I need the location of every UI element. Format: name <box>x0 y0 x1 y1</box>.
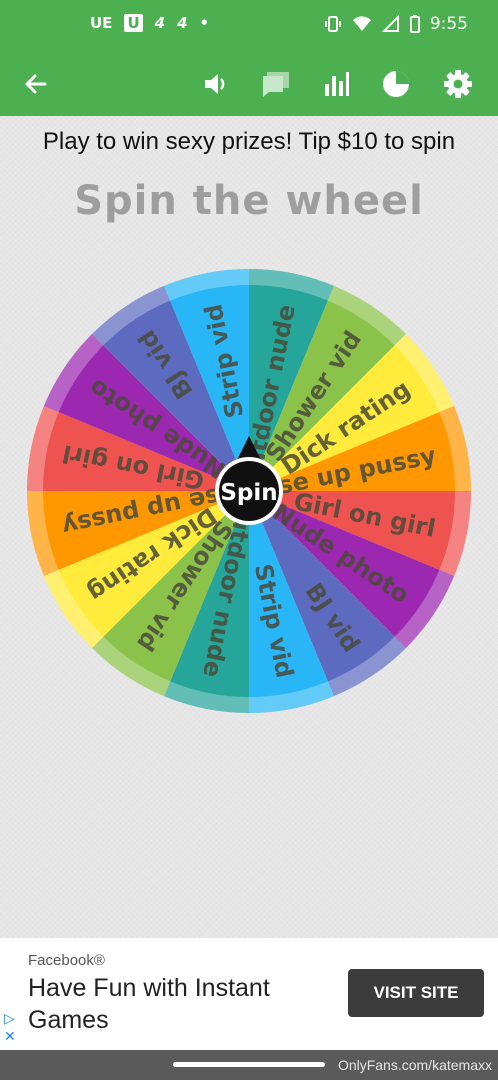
ad-banner[interactable]: Facebook® Have Fun with Instant Games VI… <box>0 938 498 1050</box>
spin-button-label: Spin <box>220 480 277 506</box>
ad-sponsor: Facebook® <box>28 952 105 969</box>
home-gesture-handle[interactable] <box>173 1062 325 1067</box>
navigation-bar: OnlyFans.com/katemaxx <box>0 1050 498 1080</box>
adchoices-icon[interactable]: ▷ ✕ <box>4 1010 16 1046</box>
ad-headline[interactable]: Have Fun with Instant Games <box>28 972 328 1036</box>
watermark: OnlyFans.com/katemaxx <box>337 1057 492 1073</box>
visit-site-button[interactable]: VISIT SITE <box>348 969 484 1017</box>
prize-wheel[interactable]: Outdoor nudeShower vidDick ratingClose u… <box>0 0 498 1080</box>
